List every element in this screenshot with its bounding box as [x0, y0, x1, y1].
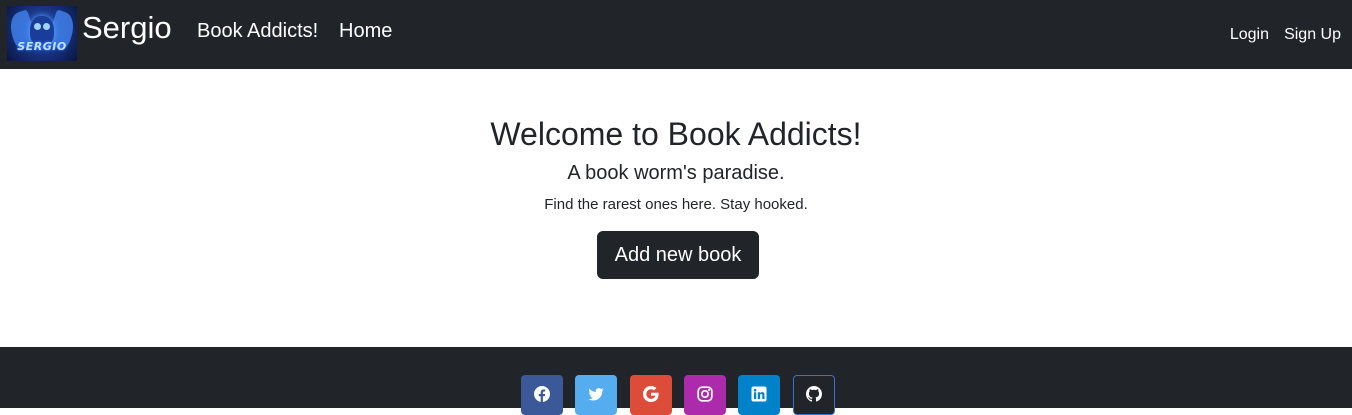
github-button[interactable]	[793, 375, 835, 415]
nav-link-home[interactable]: Home	[339, 19, 392, 43]
sign-up-link[interactable]: Sign Up	[1284, 25, 1341, 45]
login-link[interactable]: Login	[1230, 25, 1269, 45]
brand-name[interactable]: Sergio	[82, 9, 172, 47]
instagram-button[interactable]	[684, 375, 726, 415]
logo-text: SERGIO	[17, 40, 67, 53]
logo-eye-left	[34, 23, 41, 30]
linkedin-icon	[751, 386, 767, 402]
hero-tagline: Find the rarest ones here. Stay hooked.	[544, 196, 808, 213]
twitter-button[interactable]	[575, 375, 617, 415]
github-icon	[806, 386, 822, 402]
hero-section: Welcome to Book Addicts! A book worm's p…	[0, 69, 1352, 347]
nav-link-book-addicts[interactable]: Book Addicts!	[197, 19, 318, 43]
twitter-icon	[588, 388, 604, 401]
page-title: Welcome to Book Addicts!	[490, 116, 862, 152]
brand-logo[interactable]: SERGIO	[7, 6, 77, 61]
hero-subtitle: A book worm's paradise.	[567, 162, 785, 184]
linkedin-button[interactable]	[738, 375, 780, 415]
logo-eye-right	[43, 23, 50, 30]
facebook-button[interactable]	[521, 375, 563, 415]
facebook-icon	[534, 386, 550, 402]
instagram-icon	[697, 386, 713, 402]
google-button[interactable]	[630, 375, 672, 415]
add-new-book-button[interactable]: Add new book	[597, 231, 759, 279]
navbar: SERGIO Sergio Book Addicts! Home Login S…	[0, 0, 1352, 69]
google-icon	[643, 386, 659, 402]
footer	[0, 347, 1352, 415]
